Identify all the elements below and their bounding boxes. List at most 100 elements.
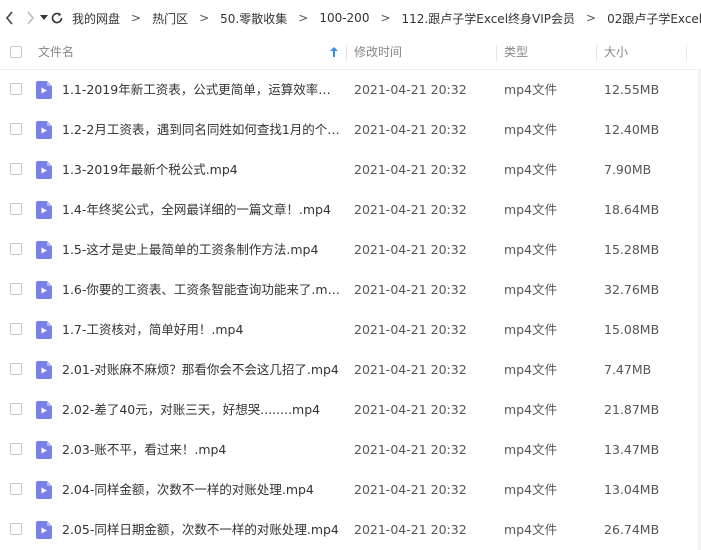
- file-modified: 2021-04-21 20:32: [354, 442, 467, 457]
- file-row[interactable]: 2.02-差了40元，对账三天，好想哭........mp4 2021-04-2…: [0, 390, 701, 430]
- file-name[interactable]: 2.05-同样日期金额，次数不一样的对账处理.mp4: [62, 510, 342, 550]
- breadcrumb-separator: >: [298, 11, 309, 25]
- file-size: 12.55MB: [604, 82, 660, 97]
- video-file-icon: [36, 121, 52, 139]
- column-header-type[interactable]: 类型: [504, 36, 528, 69]
- file-type: mp4文件: [504, 362, 558, 377]
- row-checkbox[interactable]: [10, 523, 22, 535]
- forward-button[interactable]: [24, 0, 36, 36]
- file-type: mp4文件: [504, 282, 558, 297]
- file-name[interactable]: 2.03-账不平，看过来！.mp4: [62, 430, 342, 470]
- file-modified: 2021-04-21 20:32: [354, 522, 467, 537]
- file-modified: 2021-04-21 20:32: [354, 482, 467, 497]
- file-name[interactable]: 2.02-差了40元，对账三天，好想哭........mp4: [62, 390, 342, 430]
- breadcrumb-separator: >: [586, 11, 597, 25]
- file-type: mp4文件: [504, 402, 558, 417]
- column-divider[interactable]: [346, 45, 347, 61]
- file-type: mp4文件: [504, 162, 558, 177]
- file-name[interactable]: 1.3-2019年最新个税公式.mp4: [62, 150, 342, 190]
- column-divider[interactable]: [496, 45, 497, 61]
- file-type: mp4文件: [504, 442, 558, 457]
- file-size: 15.28MB: [604, 242, 660, 257]
- column-header-modified[interactable]: 修改时间: [354, 36, 402, 69]
- file-row[interactable]: 1.5-这才是史上最简单的工资条制作方法.mp4 2021-04-21 20:3…: [0, 230, 701, 270]
- select-all-checkbox[interactable]: [10, 46, 22, 58]
- breadcrumb-item[interactable]: 02跟卢子学Excel花: [605, 10, 701, 27]
- breadcrumb-item[interactable]: 100-200: [317, 11, 371, 25]
- file-modified: 2021-04-21 20:32: [354, 362, 467, 377]
- row-checkbox[interactable]: [10, 323, 22, 335]
- breadcrumb: 我的网盘 > 热门区 >50.零散收集 >100-200 >112.跟卢子学Excel终身…: [70, 10, 701, 27]
- row-checkbox[interactable]: [10, 483, 22, 495]
- file-row[interactable]: 1.1-2019年新工资表，公式更简单，运算效率更... 2021-04-21 …: [0, 70, 701, 110]
- file-row[interactable]: 2.04-同样金额，次数不一样的对账处理.mp4 2021-04-21 20:3…: [0, 470, 701, 510]
- row-checkbox[interactable]: [10, 403, 22, 415]
- breadcrumb-separator: >: [380, 11, 391, 25]
- file-name[interactable]: 1.4-年终奖公式，全网最详细的一篇文章！.mp4: [62, 190, 342, 230]
- video-file-icon: [36, 481, 52, 499]
- column-divider[interactable]: [596, 45, 597, 61]
- sort-ascending-icon[interactable]: [330, 47, 338, 57]
- breadcrumb-item[interactable]: 热门区: [150, 10, 190, 27]
- file-size: 32.76MB: [604, 282, 660, 297]
- caret-down-icon: [40, 15, 48, 20]
- file-name[interactable]: 1.2-2月工资表，遇到同名同姓如何查找1月的个税...: [62, 110, 342, 150]
- column-header-size[interactable]: 大小: [604, 36, 628, 69]
- chevron-right-icon: [27, 11, 35, 25]
- file-row[interactable]: 1.4-年终奖公式，全网最详细的一篇文章！.mp4 2021-04-21 20:…: [0, 190, 701, 230]
- breadcrumb-separator: >: [199, 11, 210, 25]
- breadcrumb-separator: >: [131, 11, 142, 25]
- file-name[interactable]: 2.04-同样金额，次数不一样的对账处理.mp4: [62, 470, 342, 510]
- file-row[interactable]: 1.2-2月工资表，遇到同名同姓如何查找1月的个税... 2021-04-21 …: [0, 110, 701, 150]
- history-dropdown-button[interactable]: [40, 0, 48, 36]
- row-checkbox[interactable]: [10, 243, 22, 255]
- column-divider[interactable]: [686, 45, 687, 61]
- file-modified: 2021-04-21 20:32: [354, 162, 467, 177]
- row-checkbox[interactable]: [10, 83, 22, 95]
- file-modified: 2021-04-21 20:32: [354, 82, 467, 97]
- file-name[interactable]: 2.01-对账麻不麻烦？那看你会不会这几招了.mp4: [62, 350, 342, 390]
- breadcrumb-item[interactable]: 112.跟卢子学Excel终身VIP会员: [400, 10, 578, 27]
- refresh-button[interactable]: [50, 0, 64, 36]
- video-file-icon: [36, 361, 52, 379]
- file-type: mp4文件: [504, 522, 558, 537]
- row-checkbox[interactable]: [10, 363, 22, 375]
- back-button[interactable]: [4, 0, 16, 36]
- file-modified: 2021-04-21 20:32: [354, 202, 467, 217]
- file-row[interactable]: 2.01-对账麻不麻烦？那看你会不会这几招了.mp4 2021-04-21 20…: [0, 350, 701, 390]
- column-header-name[interactable]: 文件名: [38, 36, 74, 69]
- video-file-icon: [36, 241, 52, 259]
- file-name[interactable]: 1.1-2019年新工资表，公式更简单，运算效率更...: [62, 70, 342, 110]
- row-checkbox[interactable]: [10, 123, 22, 135]
- file-size: 21.87MB: [604, 402, 660, 417]
- video-file-icon: [36, 201, 52, 219]
- file-name[interactable]: 1.6-你要的工资表、工资条智能查询功能来了.mp4: [62, 270, 342, 310]
- file-modified: 2021-04-21 20:32: [354, 122, 467, 137]
- file-list-header: 文件名 修改时间 类型 大小: [0, 36, 701, 70]
- breadcrumb-item[interactable]: 50.零散收集: [218, 10, 289, 27]
- file-type: mp4文件: [504, 482, 558, 497]
- row-checkbox[interactable]: [10, 203, 22, 215]
- file-size: 15.08MB: [604, 322, 660, 337]
- file-modified: 2021-04-21 20:32: [354, 282, 467, 297]
- file-list: 1.1-2019年新工资表，公式更简单，运算效率更... 2021-04-21 …: [0, 70, 701, 550]
- file-row[interactable]: 1.6-你要的工资表、工资条智能查询功能来了.mp4 2021-04-21 20…: [0, 270, 701, 310]
- file-type: mp4文件: [504, 82, 558, 97]
- video-file-icon: [36, 161, 52, 179]
- file-row[interactable]: 1.3-2019年最新个税公式.mp4 2021-04-21 20:32 mp4…: [0, 150, 701, 190]
- file-name[interactable]: 1.5-这才是史上最简单的工资条制作方法.mp4: [62, 230, 342, 270]
- video-file-icon: [36, 281, 52, 299]
- row-checkbox[interactable]: [10, 283, 22, 295]
- video-file-icon: [36, 321, 52, 339]
- row-checkbox[interactable]: [10, 443, 22, 455]
- file-modified: 2021-04-21 20:32: [354, 402, 467, 417]
- file-row[interactable]: 2.05-同样日期金额，次数不一样的对账处理.mp4 2021-04-21 20…: [0, 510, 701, 550]
- row-checkbox[interactable]: [10, 163, 22, 175]
- file-modified: 2021-04-21 20:32: [354, 242, 467, 257]
- file-name[interactable]: 1.7-工资核对，简单好用！.mp4: [62, 310, 342, 350]
- file-row[interactable]: 2.03-账不平，看过来！.mp4 2021-04-21 20:32 mp4文件…: [0, 430, 701, 470]
- file-type: mp4文件: [504, 242, 558, 257]
- breadcrumb-item[interactable]: 我的网盘: [70, 10, 122, 27]
- file-row[interactable]: 1.7-工资核对，简单好用！.mp4 2021-04-21 20:32 mp4文…: [0, 310, 701, 350]
- video-file-icon: [36, 81, 52, 99]
